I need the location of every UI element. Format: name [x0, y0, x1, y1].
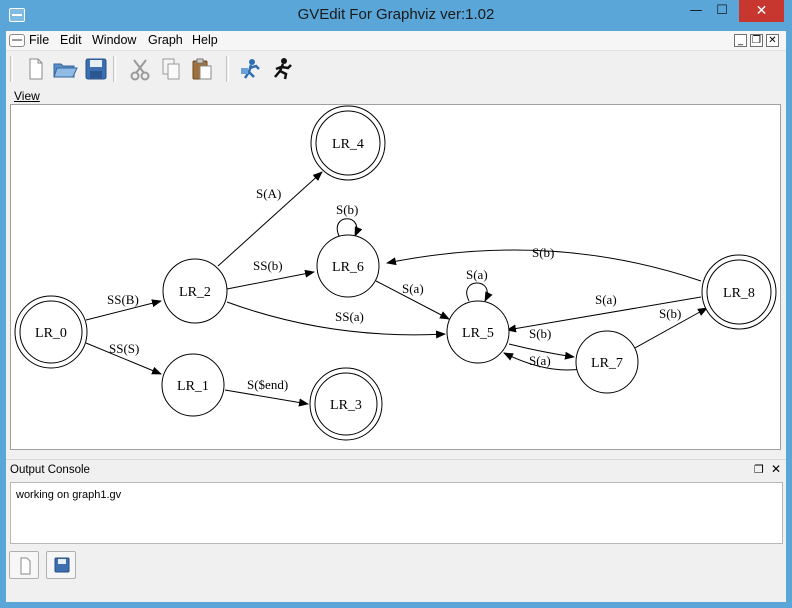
node-label: LR_2: [179, 285, 211, 300]
node-label: LR_0: [35, 326, 67, 341]
view-label[interactable]: View: [14, 89, 40, 103]
toolbar-grip[interactable]: [226, 56, 229, 82]
menu-window[interactable]: Window: [92, 33, 136, 47]
console-header: Output Console ❐ ✕: [6, 459, 786, 479]
document-icon[interactable]: [9, 34, 25, 47]
edge-label: S(A): [256, 186, 281, 201]
edge-label: S(b): [659, 306, 681, 321]
menu-file[interactable]: File: [29, 33, 49, 47]
save-console-icon[interactable]: [46, 551, 76, 579]
toolbar-grip[interactable]: [113, 56, 116, 82]
open-folder-icon[interactable]: [52, 56, 78, 82]
title-bar[interactable]: GVEdit For Graphviz ver:1.02 — ☐ ✕: [0, 0, 792, 31]
node-label: LR_7: [591, 356, 623, 371]
run-icon[interactable]: [269, 56, 295, 82]
cut-icon[interactable]: [127, 56, 153, 82]
node-label: LR_3: [330, 398, 362, 413]
clear-console-icon[interactable]: [9, 551, 39, 579]
edge-label: S(a): [466, 267, 488, 282]
edge-label: S(a): [402, 281, 424, 296]
node-label: LR_6: [332, 260, 364, 275]
console-float-button[interactable]: ❐: [754, 463, 764, 476]
copy-icon[interactable]: [158, 56, 184, 82]
new-file-icon[interactable]: [22, 56, 48, 82]
layout-icon[interactable]: [238, 56, 264, 82]
edge-label: SS(a): [335, 309, 364, 324]
menu-bar: File Edit Window Graph Help _ ❐ ✕: [6, 31, 786, 51]
toolbar-grip[interactable]: [10, 56, 13, 82]
graph-svg: SS(B) SS(S) S($end) SS(b) SS(a) S(A) S(b…: [14, 105, 777, 441]
mdi-restore-button[interactable]: ❐: [750, 34, 763, 47]
edge-lr5-lr5[interactable]: [466, 282, 493, 302]
console-output[interactable]: working on graph1.gv: [10, 482, 783, 544]
mdi-minimize-button[interactable]: _: [734, 34, 747, 47]
menu-help[interactable]: Help: [192, 33, 218, 47]
mdi-close-button[interactable]: ✕: [766, 34, 779, 47]
edge-label: SS(b): [253, 258, 283, 273]
node-label: LR_8: [723, 286, 755, 301]
edge-label: SS(S): [109, 341, 139, 356]
edge-lr2-lr6[interactable]: [226, 269, 315, 290]
console-close-button[interactable]: ✕: [771, 462, 781, 476]
client-area: File Edit Window Graph Help _ ❐ ✕ View S…: [6, 31, 786, 602]
edge-lr1-lr3[interactable]: [224, 389, 309, 407]
edge-label: S(b): [529, 326, 551, 341]
edge-label: S(a): [595, 292, 617, 307]
edge-label: SS(B): [107, 292, 139, 307]
edge-label: S($end): [247, 377, 288, 392]
save-icon[interactable]: [83, 56, 109, 82]
node-label: LR_5: [462, 326, 494, 341]
close-button[interactable]: ✕: [739, 0, 784, 22]
edge-label: S(a): [529, 353, 551, 368]
edge-label: S(b): [336, 202, 358, 217]
edge-label: S(b): [532, 245, 554, 260]
paste-icon[interactable]: [189, 56, 215, 82]
node-label: LR_4: [332, 137, 364, 152]
console-title: Output Console: [10, 464, 90, 476]
menu-edit[interactable]: Edit: [60, 33, 82, 47]
toolbar: [6, 52, 786, 86]
menu-graph[interactable]: Graph: [148, 33, 183, 47]
graph-canvas[interactable]: SS(B) SS(S) S($end) SS(b) SS(a) S(A) S(b…: [10, 104, 781, 450]
console-toolbar: [6, 545, 786, 602]
window-title: GVEdit For Graphviz ver:1.02: [297, 6, 495, 23]
maximize-button[interactable]: ☐: [709, 0, 735, 22]
console-text: working on graph1.gv: [16, 489, 122, 501]
minimize-button[interactable]: —: [683, 0, 709, 22]
app-window: GVEdit For Graphviz ver:1.02 — ☐ ✕ File …: [0, 0, 792, 608]
node-label: LR_1: [177, 379, 209, 394]
edge-lr6-lr6[interactable]: [336, 218, 363, 237]
